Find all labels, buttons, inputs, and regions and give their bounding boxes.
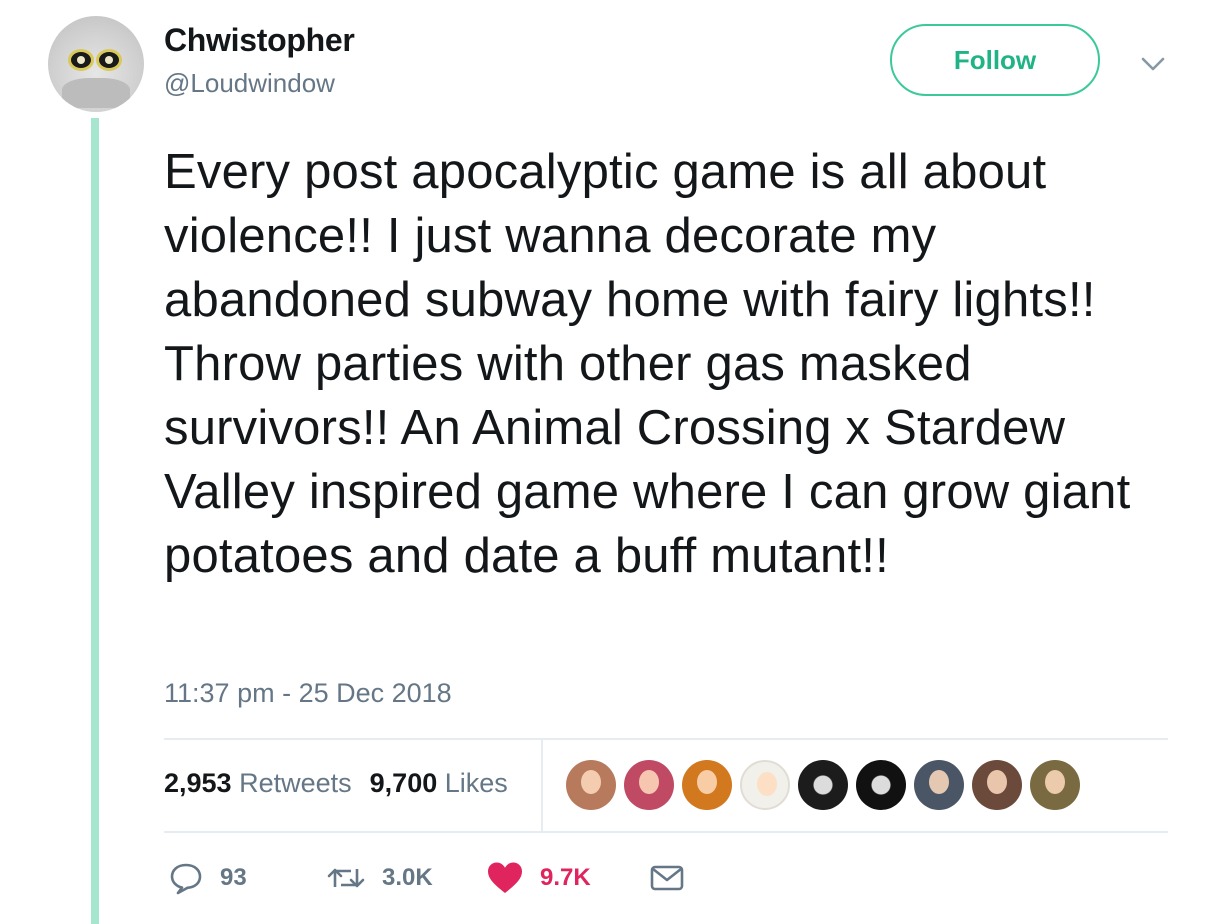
avatar-mask — [62, 78, 130, 108]
tweet-actions: 93 3.0K 9.7K — [168, 858, 728, 898]
reply-count: 93 — [220, 864, 247, 891]
retweet-button[interactable]: 3.0K — [326, 858, 433, 898]
liker-avatar-7[interactable] — [914, 760, 964, 810]
author-display-name[interactable]: Chwistopher — [164, 22, 355, 59]
avatar-left-eye — [68, 49, 94, 71]
tweet-timestamp[interactable]: 11:37 pm - 25 Dec 2018 — [164, 678, 452, 709]
envelope-icon — [650, 865, 684, 891]
liker-avatar-1[interactable] — [566, 760, 616, 810]
liker-avatar-2[interactable] — [624, 760, 674, 810]
tweet-text: Every post apocalyptic game is all about… — [164, 145, 1131, 583]
direct-message-button[interactable] — [650, 858, 700, 898]
liker-avatar-4[interactable] — [740, 760, 790, 810]
profile-avatar[interactable] — [48, 16, 144, 112]
thread-connector-line — [91, 118, 99, 924]
chevron-down-icon[interactable] — [1138, 54, 1168, 74]
like-button[interactable]: 9.7K — [486, 858, 591, 898]
avatar-right-eye — [96, 49, 122, 71]
likes-count: 9,700 — [369, 768, 438, 798]
retweets-label: Retweets — [239, 768, 352, 798]
retweet-icon — [327, 868, 365, 888]
divider-top — [164, 738, 1168, 740]
reply-button[interactable]: 93 — [168, 858, 247, 898]
liker-avatar-5[interactable] — [798, 760, 848, 810]
liker-avatar-8[interactable] — [972, 760, 1022, 810]
liker-avatar-6[interactable] — [856, 760, 906, 810]
stats-separator — [541, 740, 543, 831]
divider-bottom — [164, 831, 1168, 833]
tweet-stats: 2,953 Retweets 9,700 Likes — [164, 768, 508, 799]
author-handle[interactable]: @Loudwindow — [164, 68, 335, 99]
like-count: 9.7K — [540, 864, 591, 891]
liker-avatar-3[interactable] — [682, 760, 732, 810]
likes-label: Likes — [444, 768, 508, 798]
retweet-count: 3.0K — [382, 864, 433, 891]
reply-icon — [170, 863, 202, 895]
follow-button[interactable]: Follow — [890, 24, 1100, 96]
retweets-count: 2,953 — [164, 768, 232, 798]
heart-icon — [488, 862, 522, 893]
liker-avatar-9[interactable] — [1030, 760, 1080, 810]
likes-stat[interactable]: 9,700 Likes — [370, 768, 508, 798]
liker-avatars — [566, 760, 1088, 810]
retweets-stat[interactable]: 2,953 Retweets — [164, 768, 352, 798]
